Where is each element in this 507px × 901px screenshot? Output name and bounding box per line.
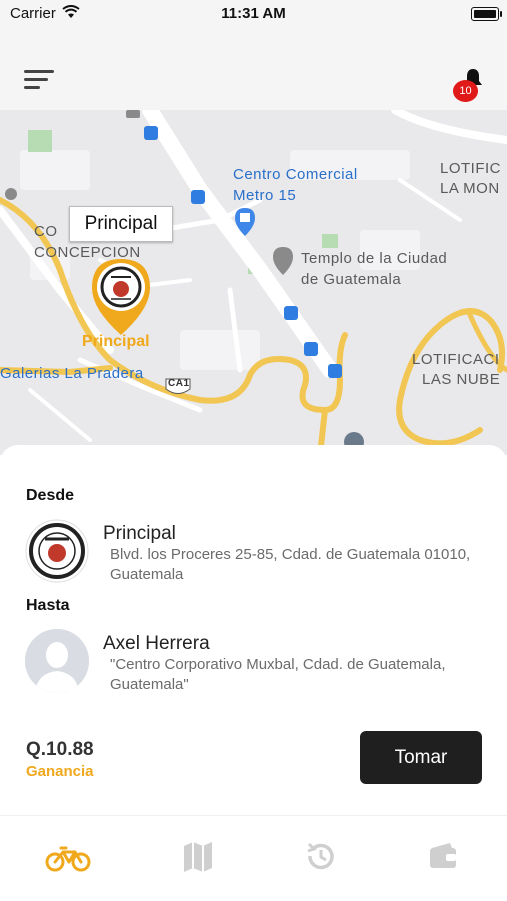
tab-wallet[interactable] bbox=[414, 838, 474, 874]
earning-label: Ganancia bbox=[26, 763, 94, 780]
notification-badge[interactable]: 10 bbox=[453, 80, 478, 102]
bicycle-icon bbox=[45, 846, 91, 872]
from-name: Principal bbox=[103, 523, 176, 544]
from-address: Blvd. los Proceres 25-85, Cdad. de Guate… bbox=[110, 546, 471, 583]
tab-history[interactable] bbox=[290, 838, 350, 874]
store-logo-icon bbox=[25, 519, 89, 583]
map-label-templo: Templo de la Ciudad bbox=[301, 250, 448, 267]
order-amount: Q.10.88 bbox=[26, 739, 94, 760]
map-label-las-nubes: LAS NUBE bbox=[422, 371, 501, 388]
map-label-lotificacion-nubes: LOTIFICACI bbox=[412, 351, 500, 368]
map-label-galerias: Galerias La Pradera bbox=[0, 365, 144, 382]
menu-icon-line bbox=[24, 86, 40, 89]
menu-icon bbox=[24, 70, 54, 73]
map-view[interactable]: Centro Comercial Metro 15 Templo de la C… bbox=[0, 110, 507, 455]
menu-icon-line bbox=[24, 78, 48, 81]
map-label-centro-comercial: Centro Comercial bbox=[233, 166, 358, 183]
accept-button[interactable]: Tomar bbox=[360, 731, 482, 784]
map-label-metro-15: Metro 15 bbox=[233, 187, 297, 204]
clock-label: 11:31 AM bbox=[221, 5, 286, 22]
store-pin-label: Principal bbox=[82, 333, 150, 350]
store-pin-icon[interactable] bbox=[89, 257, 153, 337]
map-label-la-mon: LA MON bbox=[440, 180, 500, 197]
customer-avatar bbox=[25, 629, 89, 693]
history-icon bbox=[307, 842, 334, 870]
map-label-lotificacion: LOTIFIC bbox=[440, 160, 502, 177]
status-bar: Carrier 11:31 AM bbox=[0, 0, 507, 48]
to-address: "Centro Corporativo Muxbal, Cdad. de Gua… bbox=[110, 656, 446, 693]
to-name: Axel Herrera bbox=[103, 633, 210, 654]
wallet-icon bbox=[430, 843, 456, 868]
to-title: Hasta bbox=[26, 597, 70, 614]
store-callout[interactable]: Principal bbox=[69, 206, 173, 242]
from-title: Desde bbox=[26, 487, 75, 504]
app-header bbox=[0, 48, 507, 110]
store-avatar bbox=[25, 519, 89, 583]
map-label-templo-2: de Guatemala bbox=[301, 271, 402, 288]
menu-button[interactable] bbox=[24, 68, 56, 92]
order-sheet: Desde Principal Blvd. los Proceres 25-85… bbox=[0, 445, 507, 815]
battery-icon bbox=[471, 7, 502, 21]
user-placeholder-icon bbox=[25, 629, 89, 693]
tab-bar bbox=[0, 815, 507, 901]
map-label-co: CO bbox=[34, 223, 58, 240]
tab-deliveries[interactable] bbox=[38, 838, 98, 874]
map-label-ca1: CA1 bbox=[168, 378, 190, 389]
map-icon bbox=[184, 842, 212, 872]
tab-map[interactable] bbox=[168, 838, 228, 874]
map-roads bbox=[0, 110, 507, 455]
